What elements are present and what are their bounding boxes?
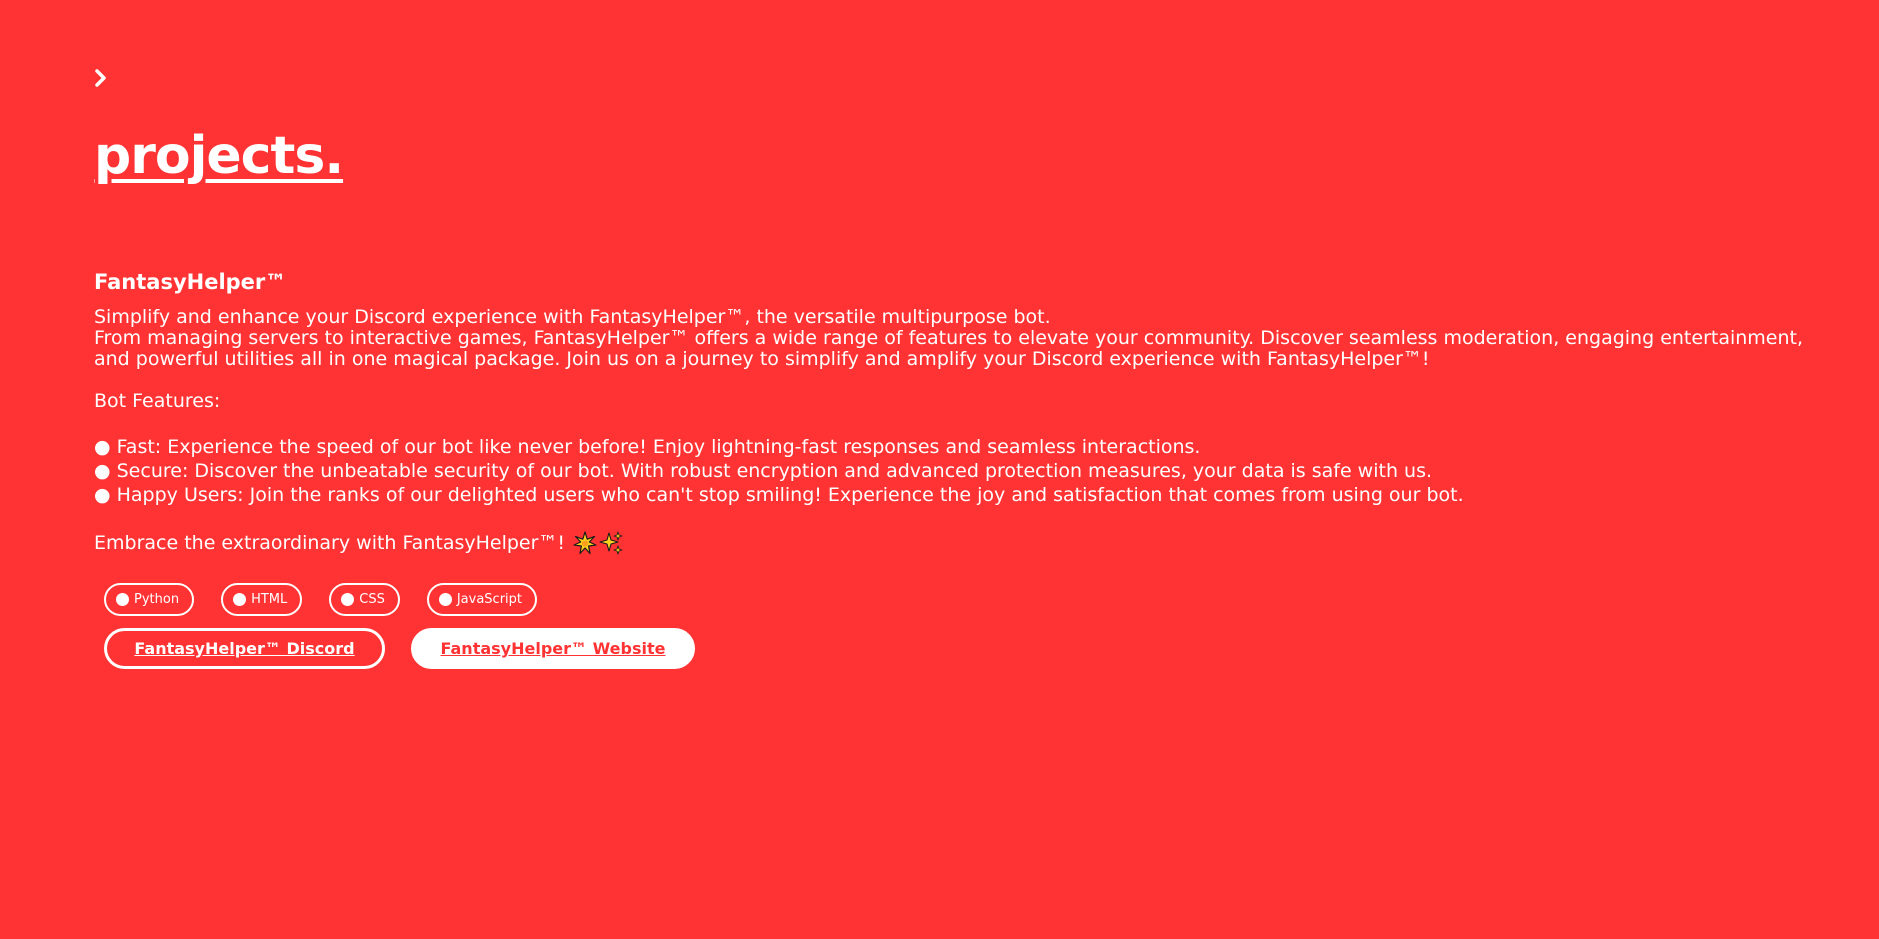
project-description-intro: Simplify and enhance your Discord experi… xyxy=(94,306,1051,328)
discord-link-button[interactable]: FantasyHelper™ Discord xyxy=(104,628,385,669)
closing-text: Embrace the extraordinary with FantasyHe… xyxy=(94,532,566,554)
tag-label: Python xyxy=(134,592,180,607)
page-title: projects. xyxy=(94,126,344,186)
tag-html: HTML xyxy=(221,583,303,616)
tag-dot-icon xyxy=(233,593,247,606)
project-name: FantasyHelper™ xyxy=(94,270,287,294)
sparkles-icon xyxy=(599,531,623,555)
closing-emoji-group xyxy=(573,531,623,555)
tag-python: Python xyxy=(104,583,195,616)
project-link-buttons: FantasyHelper™ Discord FantasyHelper™ We… xyxy=(104,628,695,669)
project-description-line-2: and powerful utilities all in one magica… xyxy=(94,348,1430,370)
sparkle-burst-icon xyxy=(573,531,597,555)
feature-list: ● Fast: Experience the speed of our bot … xyxy=(94,435,1794,507)
tag-dot-icon xyxy=(341,593,355,606)
project-description-line-1: From managing servers to interactive gam… xyxy=(94,327,1804,349)
closing-line: Embrace the extraordinary with FantasyHe… xyxy=(94,531,1794,555)
tech-tag-list: Python HTML CSS JavaScript xyxy=(104,583,538,616)
tag-label: HTML xyxy=(251,592,288,607)
tag-css: CSS xyxy=(329,583,400,616)
chevron-right-icon[interactable] xyxy=(92,68,110,88)
tag-label: JavaScript xyxy=(456,592,523,607)
tag-dot-icon xyxy=(116,593,129,606)
tag-dot-icon xyxy=(438,593,452,606)
features-heading: Bot Features: xyxy=(94,390,221,412)
feature-item-happy-users: ● Happy Users: Join the ranks of our del… xyxy=(94,484,1464,506)
website-link-button[interactable]: FantasyHelper™ Website xyxy=(411,628,695,669)
project-card: FantasyHelper™ Simplify and enhance your… xyxy=(94,268,1804,555)
feature-item-secure: ● Secure: Discover the unbeatable securi… xyxy=(94,460,1433,482)
tag-javascript: JavaScript xyxy=(426,583,538,616)
tag-label: CSS xyxy=(359,592,385,607)
feature-item-fast: ● Fast: Experience the speed of our bot … xyxy=(94,436,1201,458)
